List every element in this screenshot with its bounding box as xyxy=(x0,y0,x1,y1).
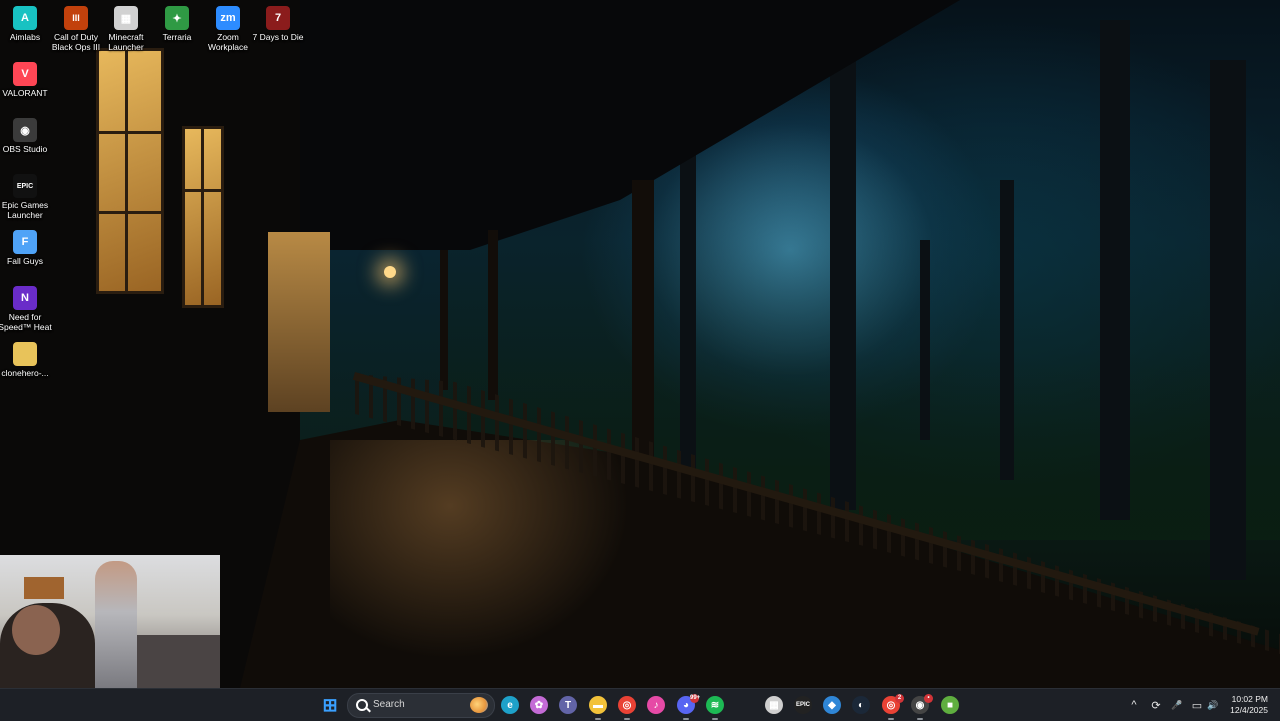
chrome-icon: ◎ xyxy=(618,696,636,714)
desktop-icon-label: Epic Games Launcher xyxy=(1,200,49,220)
search-icon xyxy=(356,699,368,711)
desktop-icon-nfs[interactable]: N Need for Speed™ Heat xyxy=(0,282,57,332)
cod-icon: III xyxy=(64,6,88,30)
porch-post xyxy=(488,230,498,400)
minecraft-launcher-icon: ▦ xyxy=(114,6,138,30)
notification-badge: 99+ xyxy=(690,694,701,703)
volume-icon[interactable]: 🔊 xyxy=(1206,689,1220,721)
desktop-icon-label: VALORANT xyxy=(2,88,48,98)
clonehero-icon xyxy=(13,342,37,366)
7days-icon: 7 xyxy=(266,6,290,30)
desktop-icon-label: clonehero-... xyxy=(1,368,49,378)
taskbar-copilot-button[interactable]: ✿ xyxy=(527,693,551,717)
taskbar-minecraft-button[interactable]: ▦ xyxy=(762,693,786,717)
taskbar-search[interactable]: Search xyxy=(347,693,495,718)
porch-post xyxy=(440,250,448,390)
standing-person xyxy=(95,561,137,688)
spotify-icon: ≋ xyxy=(706,696,724,714)
taskbar-file-explorer-button[interactable]: ▬ xyxy=(586,693,610,717)
system-clock[interactable]: 10:02 PM 12/4/2025 xyxy=(1230,694,1268,716)
notification-badge: 2 xyxy=(895,694,904,703)
zoom-icon: zm xyxy=(216,6,240,30)
file-explorer-icon: ▬ xyxy=(589,696,607,714)
valorant-icon: V xyxy=(13,62,37,86)
tray-overflow-chevron-icon[interactable]: ^ xyxy=(1127,689,1141,721)
cabin-window xyxy=(182,126,224,308)
desktop-icon-label: Need for Speed™ Heat xyxy=(0,312,52,332)
taskbar-vscode-button[interactable]: ◆ xyxy=(820,693,844,717)
notification-badge: • xyxy=(924,694,933,703)
taskbar-obs-button[interactable]: ◉ • xyxy=(908,693,933,717)
fallguys-icon: F xyxy=(13,230,37,254)
epic-games-icon: EPIC xyxy=(794,696,812,714)
minecraft-icon: ▦ xyxy=(765,696,783,714)
taskbar-discord-button[interactable]: ◕ 99+ xyxy=(674,693,701,717)
tree-trunk xyxy=(920,240,930,440)
taskbar-spotify-button[interactable]: ≋ xyxy=(703,693,727,717)
tree-trunk xyxy=(1000,180,1014,480)
clock-time: 10:02 PM xyxy=(1231,694,1268,704)
desktop-icon-epic[interactable]: EPIC Epic Games Launcher xyxy=(0,170,57,220)
tree-trunk xyxy=(1210,60,1246,580)
desktop-icon-valorant[interactable]: V VALORANT xyxy=(0,58,57,98)
tree-trunk xyxy=(830,40,856,510)
taskbar-chrome-button[interactable]: ◎ xyxy=(615,693,639,717)
cabin-window xyxy=(96,48,164,294)
minecraft-block-icon: ■ xyxy=(941,696,959,714)
desktop-icon-fallguys[interactable]: F Fall Guys xyxy=(0,226,57,266)
itunes-icon: ♪ xyxy=(647,696,665,714)
tree-trunk xyxy=(680,140,696,470)
webcam-overlay xyxy=(0,555,220,688)
desktop-icon-obs[interactable]: ◉ OBS Studio xyxy=(0,114,57,154)
microphone-icon[interactable]: 🎤 xyxy=(1170,689,1184,721)
steam-icon: ◐ xyxy=(852,696,870,714)
aimlabs-icon: A xyxy=(13,6,37,30)
copilot-icon: ✿ xyxy=(530,696,548,714)
epic-icon: EPIC xyxy=(13,174,37,198)
desktop-icon-label: 7 Days to Die xyxy=(252,32,304,42)
taskbar: Search ⊞ e ✿ T ▬ ◎ ♪ ◕ 99+ ≋ ▦ EPIC ◆ ◐ ◎ 2 ◉ • ■ ^ ⟳ 🎤 ▭ … xyxy=(0,688,1280,721)
nfs-icon: N xyxy=(13,286,37,310)
desktop-icon-label: Fall Guys xyxy=(7,256,43,266)
couch xyxy=(132,635,220,688)
start-icon: ⊞ xyxy=(322,694,338,715)
teams-icon: T xyxy=(559,696,577,714)
vscode-icon: ◆ xyxy=(823,696,841,714)
taskbar-start-button[interactable]: ⊞ xyxy=(318,693,342,717)
desktop-icon-7days[interactable]: 7 7 Days to Die xyxy=(246,2,310,42)
edge-icon: e xyxy=(501,696,519,714)
clock-date: 12/4/2025 xyxy=(1230,705,1268,715)
taskbar-minecraft-block-button[interactable]: ■ xyxy=(938,693,962,717)
desktop-icon-label: OBS Studio xyxy=(2,144,48,154)
desktop-icon-clonehero[interactable]: clonehero-... xyxy=(0,338,57,378)
taskbar-itunes-button[interactable]: ♪ xyxy=(644,693,668,717)
search-highlight-icon xyxy=(470,697,488,713)
obs-icon: ◉ xyxy=(13,118,37,142)
taskbar-edge-button[interactable]: e xyxy=(498,693,522,717)
wall-poster xyxy=(24,577,64,599)
streamer-face xyxy=(12,605,60,655)
taskbar-teams-button[interactable]: T xyxy=(556,693,580,717)
search-placeholder: Search xyxy=(373,699,405,710)
taskbar-steam-button[interactable]: ◐ xyxy=(849,693,873,717)
tree-trunk xyxy=(1100,20,1130,520)
taskbar-chrome-profile-button[interactable]: ◎ 2 xyxy=(879,693,904,717)
cabin-door-light xyxy=(268,232,330,412)
sync-icon[interactable]: ⟳ xyxy=(1148,689,1164,721)
taskbar-epic-games-button[interactable]: EPIC xyxy=(791,693,815,717)
network-icon[interactable]: ▭ xyxy=(1190,689,1204,721)
terraria-icon: ✦ xyxy=(165,6,189,30)
porch-lamp xyxy=(384,266,396,278)
